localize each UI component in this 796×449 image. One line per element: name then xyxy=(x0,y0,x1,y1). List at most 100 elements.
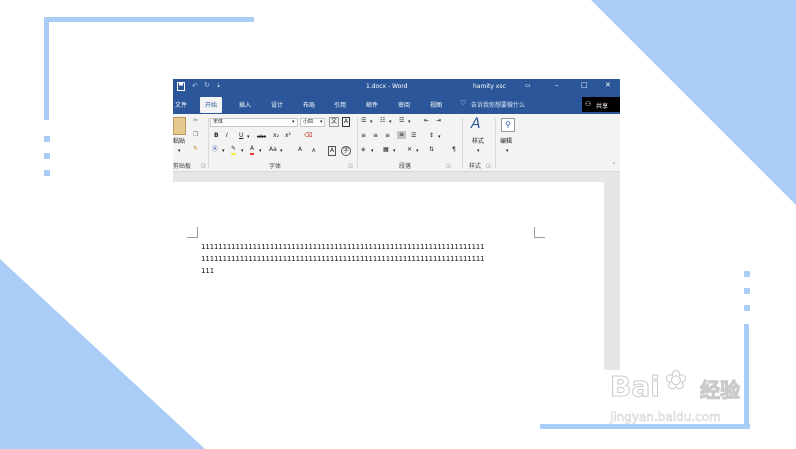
group-separator xyxy=(357,118,358,168)
styles-icon[interactable]: A xyxy=(471,116,481,132)
enclose-characters-icon[interactable]: A xyxy=(328,146,337,156)
line-spacing-icon[interactable]: ↕ xyxy=(429,132,434,140)
tab-insert[interactable]: 插入 xyxy=(239,100,251,109)
chevron-down-icon[interactable]: ▾ xyxy=(241,147,244,155)
close-icon[interactable]: ✕ xyxy=(605,81,611,89)
format-painter-icon[interactable]: ✎ xyxy=(193,145,198,153)
maximize-icon[interactable]: □ xyxy=(581,81,588,89)
document-text[interactable]: 1111111111111111111111111111111111111111… xyxy=(201,241,546,277)
numbering-icon[interactable]: ☷ xyxy=(380,117,385,125)
tab-design[interactable]: 设计 xyxy=(271,100,283,109)
watermark-url: jingyan.baidu.com xyxy=(610,410,721,425)
chevron-down-icon[interactable]: ▾ xyxy=(178,147,181,155)
italic-button[interactable]: I xyxy=(226,132,228,140)
chevron-down-icon[interactable]: ▾ xyxy=(438,133,441,141)
grow-font-button[interactable]: A xyxy=(298,146,302,154)
increase-indent-icon[interactable]: ⇥ xyxy=(436,117,441,125)
chevron-down-icon[interactable]: ▾ xyxy=(222,147,225,155)
chevron-down-icon[interactable]: ▾ xyxy=(320,118,323,126)
chevron-down-icon[interactable]: ▾ xyxy=(506,147,509,155)
dialog-launcher-icon[interactable]: ◲ xyxy=(348,162,353,170)
user-name[interactable]: hamity xsc xyxy=(473,83,506,90)
tab-file[interactable]: 文件 xyxy=(175,100,187,109)
dialog-launcher-icon[interactable]: ◲ xyxy=(201,162,206,170)
bold-button[interactable]: B xyxy=(214,132,219,140)
collapse-ribbon-icon[interactable]: ⌃ xyxy=(612,161,616,169)
chevron-down-icon[interactable]: ▾ xyxy=(408,118,411,126)
dialog-launcher-icon[interactable]: ◲ xyxy=(446,162,451,170)
font-name-field[interactable]: 宋体 xyxy=(210,118,298,127)
decrease-indent-icon[interactable]: ⇤ xyxy=(424,117,429,125)
tab-home[interactable]: 开始 xyxy=(200,97,223,113)
dialog-launcher-icon[interactable]: ◲ xyxy=(486,162,491,170)
underline-button[interactable]: U xyxy=(239,132,243,140)
chinese-layout-icon[interactable]: ✕ xyxy=(407,146,412,154)
group-separator xyxy=(208,118,209,168)
vertical-scrollbar[interactable] xyxy=(604,182,620,370)
sort-icon[interactable]: ⇅ xyxy=(429,146,434,154)
chevron-down-icon[interactable]: ▾ xyxy=(371,147,374,155)
clear-formatting-icon[interactable]: ⌫ xyxy=(304,132,312,140)
text-line: 1111111111111111111111111111111111111111… xyxy=(201,242,485,251)
tab-mailings[interactable]: 邮件 xyxy=(366,100,378,109)
chevron-down-icon[interactable]: ▾ xyxy=(259,147,262,155)
tab-references[interactable]: 引用 xyxy=(334,100,346,109)
tell-me-box[interactable]: 告诉我你想要做什么 xyxy=(471,100,525,109)
tab-review[interactable]: 审阅 xyxy=(398,100,410,109)
change-case-button[interactable]: Aa xyxy=(269,146,277,154)
chevron-down-icon[interactable]: ▾ xyxy=(370,118,373,126)
cut-icon[interactable]: ✂ xyxy=(193,117,198,125)
multilevel-list-icon[interactable]: ☲ xyxy=(399,117,404,125)
redo-icon[interactable]: ↻ xyxy=(204,81,210,89)
shrink-font-button[interactable]: A xyxy=(312,147,315,155)
strikethrough-button[interactable]: abc xyxy=(257,133,266,141)
highlight-icon[interactable]: ✎ xyxy=(231,145,237,155)
text-effects-icon[interactable]: Ⓐ xyxy=(212,146,218,154)
title-bar: ↶ ↻ ⇣ 1.docx - Word hamity xsc ▭ – □ ✕ xyxy=(173,79,620,95)
minimize-icon[interactable]: – xyxy=(555,81,559,89)
shading-icon[interactable]: ◈ xyxy=(361,146,366,154)
share-button[interactable]: ⚇ 共享 xyxy=(582,97,620,112)
margin-corner-mark xyxy=(534,227,545,238)
align-left-icon[interactable]: ≡ xyxy=(361,132,366,140)
distributed-icon[interactable]: ☰ xyxy=(411,132,416,140)
share-label: 共享 xyxy=(596,103,609,110)
chevron-down-icon[interactable]: ▾ xyxy=(393,147,396,155)
subscript-button[interactable]: x₂ xyxy=(273,132,279,140)
copy-icon[interactable]: ❐ xyxy=(193,131,198,139)
chevron-down-icon[interactable]: ▾ xyxy=(477,147,480,155)
text-line: 111 xyxy=(201,266,214,275)
clipboard-icon[interactable] xyxy=(173,117,186,135)
paste-button[interactable]: 粘贴 xyxy=(173,138,185,146)
justify-icon[interactable]: ≡ xyxy=(397,131,407,139)
bullets-icon[interactable]: ☰ xyxy=(361,117,366,125)
enclosed-char-icon[interactable]: 字 xyxy=(341,146,352,156)
font-color-icon[interactable]: A xyxy=(250,145,255,155)
chevron-down-icon[interactable]: ▾ xyxy=(247,133,250,141)
word-window: ↶ ↻ ⇣ 1.docx - Word hamity xsc ▭ – □ ✕ 文… xyxy=(173,79,620,370)
decor-dot xyxy=(44,136,50,142)
editing-button[interactable]: 编辑 xyxy=(500,138,512,146)
align-right-icon[interactable]: ≡ xyxy=(385,132,390,140)
chevron-down-icon[interactable]: ▾ xyxy=(280,147,283,155)
decor-dot xyxy=(744,271,750,277)
group-label-styles: 样式 xyxy=(469,163,482,170)
tab-view[interactable]: 视图 xyxy=(430,100,442,109)
chevron-down-icon[interactable]: ▾ xyxy=(292,118,295,126)
show-marks-icon[interactable]: ¶ xyxy=(452,146,456,154)
customize-qat-icon[interactable]: ⇣ xyxy=(216,82,221,89)
character-border-icon[interactable]: A xyxy=(342,117,351,127)
chevron-down-icon[interactable]: ▾ xyxy=(389,118,392,126)
align-center-icon[interactable]: ≡ xyxy=(373,132,378,140)
ribbon-options-icon[interactable]: ▭ xyxy=(525,82,531,89)
styles-button[interactable]: 样式 xyxy=(472,138,484,146)
search-icon[interactable]: ⚲ xyxy=(501,118,515,132)
save-icon[interactable] xyxy=(177,82,185,91)
undo-icon[interactable]: ↶ xyxy=(192,82,198,90)
chevron-down-icon[interactable]: ▾ xyxy=(416,147,419,155)
phonetic-guide-icon[interactable]: 文 xyxy=(329,117,340,127)
superscript-button[interactable]: x² xyxy=(285,132,291,140)
lightbulb-icon: ♡ xyxy=(460,99,467,107)
tab-layout[interactable]: 布局 xyxy=(303,100,315,109)
borders-icon[interactable]: ▦ xyxy=(383,146,389,154)
